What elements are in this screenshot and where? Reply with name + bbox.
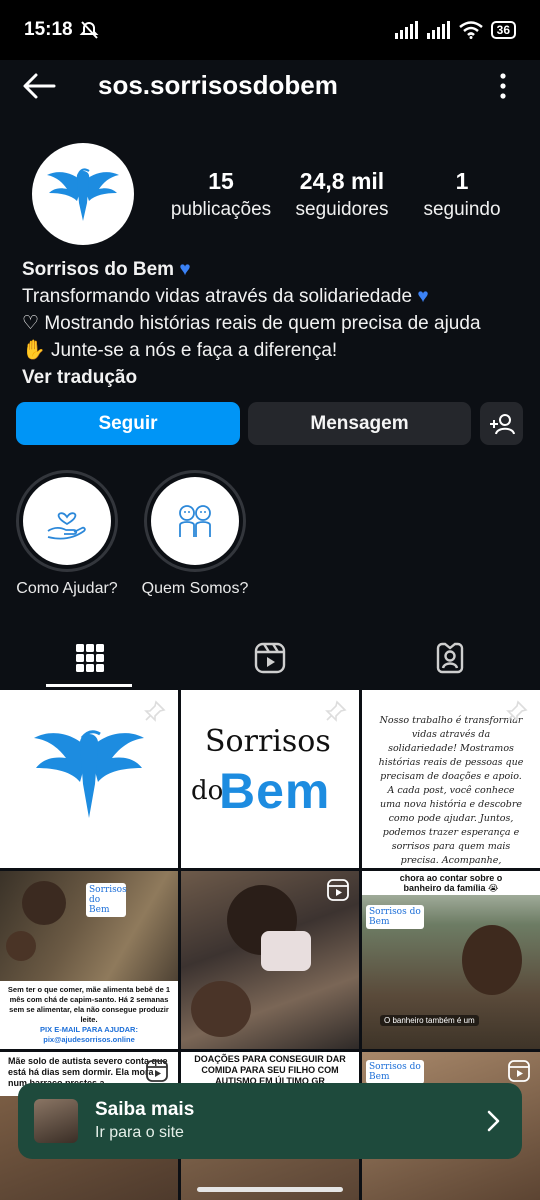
stat-following[interactable]: 1 seguindo	[416, 168, 508, 221]
post-subtitle: O banheiro também é um	[380, 1015, 479, 1026]
stat-followers-value: 24,8 mil	[299, 168, 385, 194]
post-photo-cloth	[261, 931, 311, 971]
bio-line-2-text: Mostrando histórias reais de quem precis…	[44, 313, 481, 334]
stat-followers[interactable]: 24,8 mil seguidores	[290, 168, 394, 221]
highlight-label: Como Ajudar?	[16, 580, 118, 597]
post-caption-text: Sem ter o que comer, mãe alimenta bebê d…	[7, 985, 171, 1024]
tagged-icon	[436, 642, 464, 674]
stat-followers-label: seguidores	[295, 199, 389, 220]
learn-more-banner[interactable]: Saiba mais Ir para o site	[18, 1083, 522, 1159]
stat-following-label: seguindo	[423, 199, 501, 220]
highlight-como-ajudar[interactable]: Como Ajudar?	[7, 470, 127, 598]
banner-subtitle: Ir para o site	[95, 1124, 184, 1141]
banner-thumbnail-photo	[34, 1099, 78, 1143]
stat-following-value: 1	[455, 168, 469, 194]
follow-button[interactable]: Seguir	[16, 402, 240, 445]
grid-post-4[interactable]: Sorrisos do Bem Sem ter o que comer, mãe…	[0, 871, 178, 1049]
post-brand: Sorrisos do Bem	[366, 1060, 424, 1084]
status-left: 15:18	[24, 19, 99, 41]
status-right: 36	[394, 21, 516, 39]
reel-badge-icon	[146, 1060, 168, 1082]
reel-badge-icon	[327, 879, 349, 901]
blue-heart-icon: ♥	[179, 259, 191, 280]
avatar[interactable]	[32, 143, 134, 245]
highlight-label: Quem Somos?	[141, 580, 249, 597]
hand-heart-icon	[47, 512, 86, 540]
post-brand: Sorrisos do Bem	[366, 905, 424, 929]
post-title-sorrisos: Sorrisos	[205, 724, 331, 759]
profile-bio: Sorrisos do Bem ♥ Transformando vidas at…	[22, 256, 522, 391]
bird-logo-icon	[47, 168, 119, 221]
stat-posts-label: publicações	[170, 199, 272, 220]
pin-icon	[325, 700, 347, 722]
post-photo-child	[6, 931, 36, 961]
post-brand: Sorrisos do Bem	[86, 883, 127, 917]
bio-name-line: Sorrisos do Bem ♥	[22, 256, 522, 283]
tab-reels[interactable]	[180, 628, 360, 688]
post-photo-person	[462, 925, 522, 995]
highlight-ring	[144, 470, 246, 572]
handshake-icon: ✋	[22, 340, 46, 361]
grid-post-6[interactable]: chora ao contar sobre o banheiro da famí…	[362, 871, 540, 1049]
see-translation-link[interactable]: Ver tradução	[22, 364, 522, 391]
signal-icon-2	[426, 21, 450, 39]
home-indicator[interactable]	[197, 1187, 343, 1192]
post-photo-person	[22, 881, 66, 925]
grid-post-5[interactable]	[181, 871, 359, 1049]
wifi-icon	[458, 21, 483, 39]
banner-title: Saiba mais	[95, 1099, 195, 1120]
banner-thumbnail	[34, 1099, 78, 1143]
active-tab-indicator	[46, 684, 132, 687]
tab-posts-grid[interactable]	[0, 628, 180, 688]
message-button[interactable]: Mensagem	[248, 402, 471, 445]
stat-posts-value: 15	[208, 168, 234, 194]
post-caption: Sem ter o que comer, mãe alimenta bebê d…	[0, 981, 178, 1049]
bio-line-3: ✋ Junte-se a nós e faça a diferença!	[22, 337, 522, 364]
post-pix-email: pix@ajudesorrisos.online	[43, 1035, 135, 1044]
chevron-right-icon	[487, 1110, 500, 1132]
profile-username: sos.sorrisosdobem	[98, 70, 338, 100]
status-time: 15:18	[24, 19, 73, 40]
back-arrow-icon[interactable]	[22, 72, 56, 100]
pin-icon	[506, 700, 528, 722]
status-bar: 15:18 36	[0, 0, 540, 60]
grid-post-1[interactable]	[0, 690, 178, 868]
add-user-icon	[489, 413, 515, 434]
pin-icon	[144, 700, 166, 722]
white-heart-icon: ♡	[22, 313, 40, 334]
post-top-text: chora ao contar sobre o banheiro da famí…	[362, 871, 540, 895]
profile-name: Sorrisos do Bem	[22, 259, 175, 280]
signal-icon	[394, 21, 418, 39]
post-title-bem: Bem	[219, 763, 331, 819]
profile-header: sos.sorrisosdobem	[0, 60, 540, 112]
highlight-cover	[23, 477, 111, 565]
highlight-ring	[16, 470, 118, 572]
post-photo-baby	[191, 981, 251, 1037]
highlight-cover	[151, 477, 239, 565]
battery-icon: 36	[490, 21, 516, 39]
tab-tagged[interactable]	[360, 628, 540, 688]
stat-posts: 15 publicações	[165, 168, 277, 221]
people-icon	[179, 505, 211, 537]
profile-tabs	[0, 628, 540, 688]
grid-post-3[interactable]: Nosso trabalho é transformar vidas atrav…	[362, 690, 540, 868]
bio-line-1-text: Transformando vidas através da solidarie…	[22, 286, 413, 307]
more-options-icon[interactable]	[498, 72, 508, 100]
bio-line-3-text: Junte-se a nós e faça a diferença!	[50, 340, 338, 361]
grid-post-2[interactable]: Sorrisos do Bem	[181, 690, 359, 868]
suggest-users-button[interactable]	[480, 402, 523, 445]
post-pix-label: PIX E-MAIL PARA AJUDAR:	[40, 1025, 138, 1034]
blue-heart-icon: ♥	[417, 286, 429, 307]
highlight-quem-somos[interactable]: Quem Somos?	[135, 470, 255, 598]
mute-icon	[79, 21, 99, 39]
bio-line-1: Transformando vidas através da solidarie…	[22, 283, 522, 310]
bio-line-2: ♡ Mostrando histórias reais de quem prec…	[22, 310, 522, 337]
reel-badge-icon	[508, 1060, 530, 1082]
grid-icon	[76, 644, 104, 672]
reels-icon	[254, 642, 286, 674]
